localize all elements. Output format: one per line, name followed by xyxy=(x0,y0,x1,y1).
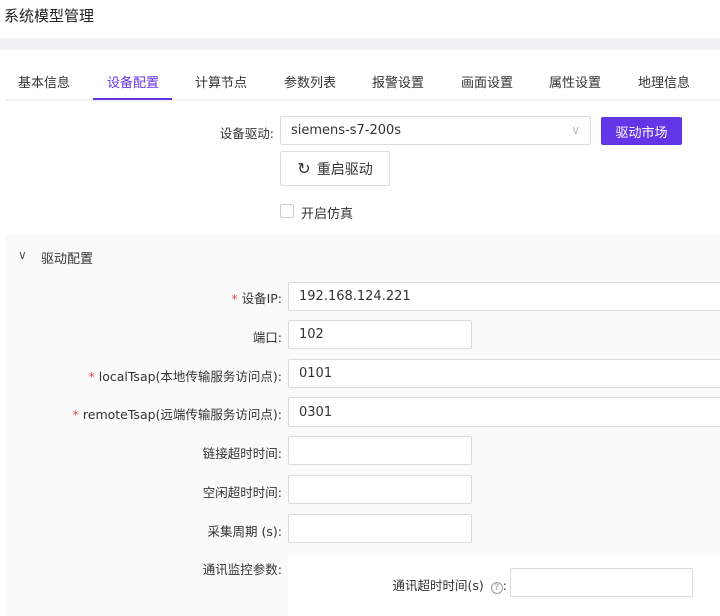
comm-timeout-input[interactable] xyxy=(510,568,693,597)
restart-driver-label: 重启驱动 xyxy=(316,161,373,178)
tab-basic-info[interactable]: 基本信息 xyxy=(18,72,70,91)
tab-device-config[interactable]: 设备配置 xyxy=(107,72,159,91)
divider-band xyxy=(0,38,720,50)
field-label-local-tsap: * localTsap(本地传输服务访问点): xyxy=(88,369,282,384)
help-circle-icon[interactable]: ? xyxy=(490,582,503,594)
port-input[interactable]: 102 xyxy=(288,320,472,349)
field-label-ip: * 设备IP: xyxy=(231,291,282,306)
local-tsap-input[interactable]: 0101 xyxy=(288,359,720,388)
driver-select-value: siemens-s7-200s xyxy=(291,123,402,138)
tab-property-settings[interactable]: 属性设置 xyxy=(549,72,601,91)
field-label-idle-timeout: 空闲超时时间: xyxy=(202,485,282,500)
connect-timeout-input[interactable] xyxy=(288,436,472,465)
collapse-chevron-icon[interactable]: ∨ xyxy=(18,248,27,262)
remote-tsap-input[interactable]: 0301 xyxy=(288,397,720,427)
section-title[interactable]: 驱动配置 xyxy=(41,248,93,267)
page-title: 系统模型管理 xyxy=(4,7,95,25)
tab-geo-info[interactable]: 地理信息 xyxy=(638,72,690,91)
active-tab-indicator xyxy=(93,98,172,100)
chevron-down-icon: ∨ xyxy=(571,123,580,137)
device-ip-input[interactable]: 192.168.124.221 xyxy=(288,282,720,311)
field-label-monitor-params: 通讯监控参数: xyxy=(202,562,282,577)
simulate-checkbox[interactable] xyxy=(280,204,294,218)
driver-label: 设备驱动: xyxy=(219,126,274,141)
driver-market-button[interactable]: 驱动市场 xyxy=(601,117,682,145)
tab-alarm-settings[interactable]: 报警设置 xyxy=(372,72,424,91)
simulate-label[interactable]: 开启仿真 xyxy=(301,203,353,222)
tab-screen-settings[interactable]: 画面设置 xyxy=(461,72,513,91)
field-label-connect-timeout: 链接超时时间: xyxy=(202,446,282,461)
tab-parameter-list[interactable]: 参数列表 xyxy=(284,72,336,91)
driver-select[interactable]: siemens-s7-200s ∨ xyxy=(280,116,591,145)
field-label-collect-period: 采集周期 (s): xyxy=(207,524,282,539)
tab-bar: 基本信息 设备配置 计算节点 参数列表 报警设置 画面设置 属性设置 地理信息 xyxy=(5,62,720,101)
idle-timeout-input[interactable] xyxy=(288,475,472,504)
collect-period-input[interactable] xyxy=(288,514,472,543)
field-label-remote-tsap: * remoteTsap(远端传输服务访问点): xyxy=(72,407,282,422)
refresh-icon: ↻ xyxy=(297,159,311,178)
restart-driver-button[interactable]: ↻ 重启驱动 xyxy=(280,151,390,186)
tab-compute-nodes[interactable]: 计算节点 xyxy=(195,72,247,91)
comm-timeout-label: 通讯超时时间(s) ?: xyxy=(392,578,507,594)
field-label-port: 端口: xyxy=(252,330,282,345)
